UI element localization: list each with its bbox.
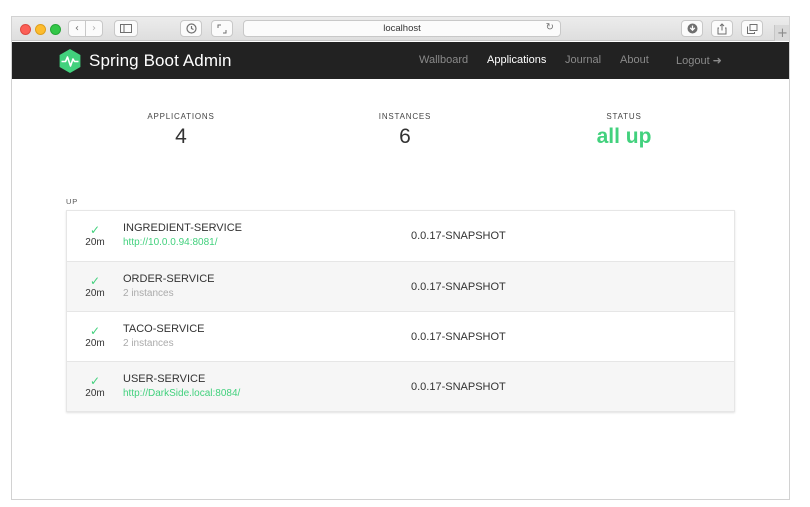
new-tab-button[interactable]: + (774, 25, 789, 41)
address-bar[interactable]: localhost ↻ (243, 20, 561, 37)
share-icon (717, 22, 727, 34)
instance-count: 2 instances (123, 338, 174, 349)
application-row[interactable]: ✓ 20m ORDER-SERVICE 2 instances 0.0.17-S… (67, 261, 734, 311)
app-navbar: Spring Boot Admin Wallboard Applications… (12, 42, 789, 79)
status-up-check-icon: ✓ (89, 324, 101, 338)
history-icon (185, 23, 197, 34)
zoom-window-button[interactable] (50, 24, 61, 35)
minimize-window-button[interactable] (35, 24, 46, 35)
application-url-link[interactable]: http://DarkSide.local:8084/ (123, 388, 240, 399)
logout-label: Logout (676, 55, 710, 67)
brand-name[interactable]: Spring Boot Admin (89, 51, 232, 71)
url-text: localhost (383, 23, 421, 34)
group-label-up: UP (66, 197, 79, 206)
status-value: all up (596, 125, 652, 148)
status-label: STATUS (606, 112, 642, 121)
download-button[interactable] (681, 20, 703, 37)
reload-icon[interactable]: ↻ (546, 22, 554, 33)
nav-wallboard[interactable]: Wallboard (419, 54, 468, 66)
download-icon (687, 23, 697, 34)
uptime: 20m (85, 237, 105, 248)
tabs-icon (746, 23, 757, 34)
application-version: 0.0.17-SNAPSHOT (411, 230, 506, 242)
close-window-button[interactable] (20, 24, 31, 35)
application-name: TACO-SERVICE (123, 323, 205, 335)
applications-label: APPLICATIONS (147, 112, 215, 121)
application-version: 0.0.17-SNAPSHOT (411, 381, 506, 393)
browser-toolbar: ‹ › localhost ↻ + (12, 17, 789, 41)
nav-about[interactable]: About (620, 54, 649, 66)
nav-applications[interactable]: Applications (487, 54, 546, 66)
application-row[interactable]: ✓ 20m TACO-SERVICE 2 instances 0.0.17-SN… (67, 311, 734, 361)
sidebar-button[interactable] (114, 20, 138, 37)
logout-icon: ➜ (712, 54, 722, 67)
instance-count: 2 instances (123, 288, 174, 299)
logout-link[interactable]: Logout ➜ (676, 54, 722, 67)
spring-boot-admin-logo-icon[interactable] (57, 48, 83, 74)
back-button[interactable]: ‹ (68, 20, 86, 37)
application-name: ORDER-SERVICE (123, 273, 215, 285)
instances-label: INSTANCES (378, 112, 432, 121)
tabs-button[interactable] (741, 20, 763, 37)
application-row[interactable]: ✓ 20m INGREDIENT-SERVICE http://10.0.0.9… (67, 211, 734, 261)
nav-journal[interactable]: Journal (565, 54, 601, 66)
application-list: ✓ 20m INGREDIENT-SERVICE http://10.0.0.9… (66, 210, 735, 412)
application-name: INGREDIENT-SERVICE (123, 222, 242, 234)
history-button[interactable] (180, 20, 202, 37)
instances-count: 6 (399, 125, 411, 148)
status-up-check-icon: ✓ (89, 374, 101, 388)
status-up-check-icon: ✓ (89, 274, 101, 288)
application-url-link[interactable]: http://10.0.0.94:8081/ (123, 237, 218, 248)
uptime: 20m (85, 288, 105, 299)
status-up-check-icon: ✓ (89, 223, 101, 237)
forward-button[interactable]: › (85, 20, 103, 37)
share-button[interactable] (711, 20, 733, 37)
expand-button[interactable] (211, 20, 233, 37)
application-row[interactable]: ✓ 20m USER-SERVICE http://DarkSide.local… (67, 361, 734, 411)
expand-icon (217, 24, 227, 33)
application-name: USER-SERVICE (123, 373, 206, 385)
status-stat: STATUS all up (554, 112, 694, 149)
sidebar-icon (120, 24, 132, 33)
uptime: 20m (85, 388, 105, 399)
applications-stat: APPLICATIONS 4 (111, 112, 251, 149)
uptime: 20m (85, 338, 105, 349)
applications-count: 4 (175, 125, 187, 148)
instances-stat: INSTANCES 6 (335, 112, 475, 149)
chevron-right-icon: › (92, 22, 96, 34)
browser-window: ‹ › localhost ↻ + Spring Boot Admin Wall… (11, 16, 790, 500)
plus-icon: + (777, 25, 788, 41)
chevron-left-icon: ‹ (75, 22, 79, 34)
application-version: 0.0.17-SNAPSHOT (411, 281, 506, 293)
application-version: 0.0.17-SNAPSHOT (411, 331, 506, 343)
